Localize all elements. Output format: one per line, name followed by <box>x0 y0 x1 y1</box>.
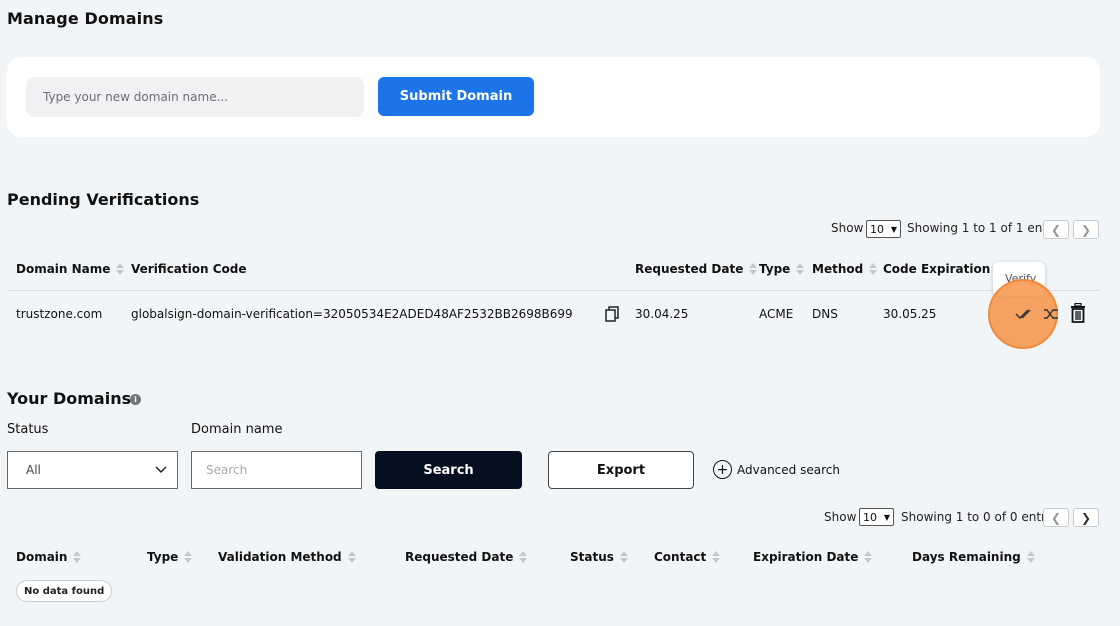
sort-icon <box>1026 551 1035 563</box>
domains-entries-info: Showing 1 to 0 of 0 entries <box>901 510 1063 524</box>
sort-icon <box>619 551 628 563</box>
domains-col-expiration-date[interactable]: Expiration Date <box>753 550 873 564</box>
domains-col-contact-label: Contact <box>654 550 707 564</box>
pending-row-requested: 30.04.25 <box>635 307 689 321</box>
domains-prev-page-button[interactable]: ❮ <box>1043 508 1069 527</box>
sort-icon <box>347 551 356 563</box>
domains-col-type-label: Type <box>147 550 179 564</box>
domains-col-requested-date-label: Requested Date <box>405 550 514 564</box>
sort-icon <box>749 263 758 275</box>
domains-show-label: Show <box>824 510 857 524</box>
pending-row-type: ACME <box>759 307 794 321</box>
domains-col-type[interactable]: Type <box>147 550 193 564</box>
shuffle-icon[interactable] <box>1041 305 1061 323</box>
pending-page-size-value: 10 <box>870 222 884 236</box>
pending-col-verification-code: Verification Code <box>131 262 247 276</box>
pending-col-verification-code-label: Verification Code <box>131 262 247 276</box>
domains-col-domain[interactable]: Domain <box>16 550 82 564</box>
search-button[interactable]: Search <box>375 451 522 489</box>
pending-verifications-title: Pending Verifications <box>7 190 200 209</box>
domains-col-validation-method[interactable]: Validation Method <box>218 550 356 564</box>
domain-name-search-input[interactable] <box>191 451 362 489</box>
domains-next-page-button[interactable]: ❯ <box>1073 508 1099 527</box>
chevron-down-icon <box>155 466 167 474</box>
sort-icon <box>796 263 805 275</box>
sort-icon <box>116 263 125 275</box>
pending-page-size-select[interactable]: 10 ▼ <box>866 220 901 238</box>
your-domains-title: Your Domains <box>7 389 132 408</box>
domain-name-filter-label: Domain name <box>191 422 283 437</box>
pending-header-divider <box>7 290 1100 291</box>
pending-row-code: globalsign-domain-verification=32050534E… <box>131 307 573 321</box>
pending-show-label: Show <box>831 221 864 235</box>
chevron-left-icon: ❮ <box>1050 222 1062 237</box>
pending-col-type-label: Type <box>759 262 791 276</box>
advanced-search-link[interactable]: + Advanced search <box>713 460 840 479</box>
new-domain-input[interactable] <box>26 77 364 117</box>
chevron-right-icon: ❯ <box>1080 222 1092 237</box>
domains-col-expiration-date-label: Expiration Date <box>753 550 859 564</box>
chevron-left-icon: ❮ <box>1050 510 1062 525</box>
domains-col-requested-date[interactable]: Requested Date <box>405 550 528 564</box>
pending-col-method-label: Method <box>812 262 864 276</box>
domains-col-domain-label: Domain <box>16 550 68 564</box>
status-filter-label: Status <box>7 422 49 437</box>
pending-col-domain-name-label: Domain Name <box>16 262 111 276</box>
advanced-search-label: Advanced search <box>737 462 840 477</box>
sort-icon <box>869 263 878 275</box>
domains-col-validation-method-label: Validation Method <box>218 550 342 564</box>
domains-page-size-select[interactable]: 10 ▼ <box>859 508 894 526</box>
sort-icon <box>712 551 721 563</box>
status-select-value: All <box>26 463 41 477</box>
sort-icon <box>73 551 82 563</box>
pending-row-expiration: 30.05.25 <box>883 307 937 321</box>
chevron-down-icon: ▼ <box>890 224 897 234</box>
domains-col-days-remaining[interactable]: Days Remaining <box>912 550 1035 564</box>
pending-next-page-button[interactable]: ❯ <box>1073 220 1099 239</box>
plus-circle-icon: + <box>713 460 732 479</box>
info-icon[interactable]: i <box>130 394 141 405</box>
copy-icon[interactable] <box>603 305 621 323</box>
export-button[interactable]: Export <box>548 451 694 489</box>
no-data-badge: No data found <box>16 580 113 602</box>
pending-col-method[interactable]: Method <box>812 262 878 276</box>
pending-prev-page-button[interactable]: ❮ <box>1043 220 1069 239</box>
pending-col-requested-date[interactable]: Requested Date <box>635 262 758 276</box>
trash-icon[interactable] <box>1068 302 1088 324</box>
pending-row-method: DNS <box>812 307 838 321</box>
page-title: Manage Domains <box>7 9 164 28</box>
new-domain-card: Submit Domain <box>7 57 1100 137</box>
chevron-right-icon: ❯ <box>1080 510 1092 525</box>
pending-col-code-expiration-label: Code Expiration <box>883 262 991 276</box>
domains-col-status-label: Status <box>570 550 614 564</box>
chevron-down-icon: ▼ <box>883 512 890 522</box>
pending-row-domain: trustzone.com <box>16 307 103 321</box>
pending-col-domain-name[interactable]: Domain Name <box>16 262 125 276</box>
sort-icon <box>519 551 528 563</box>
sort-icon <box>184 551 193 563</box>
domains-page-size-value: 10 <box>863 510 877 524</box>
pending-col-code-expiration[interactable]: Code Expiration <box>883 262 1005 276</box>
pending-col-requested-date-label: Requested Date <box>635 262 744 276</box>
domains-col-status[interactable]: Status <box>570 550 628 564</box>
status-select[interactable]: All <box>7 451 178 489</box>
domains-col-days-remaining-label: Days Remaining <box>912 550 1021 564</box>
submit-domain-button[interactable]: Submit Domain <box>378 77 534 116</box>
sort-icon <box>864 551 873 563</box>
pending-col-type[interactable]: Type <box>759 262 805 276</box>
domains-col-contact[interactable]: Contact <box>654 550 721 564</box>
double-check-icon[interactable] <box>1013 305 1037 323</box>
